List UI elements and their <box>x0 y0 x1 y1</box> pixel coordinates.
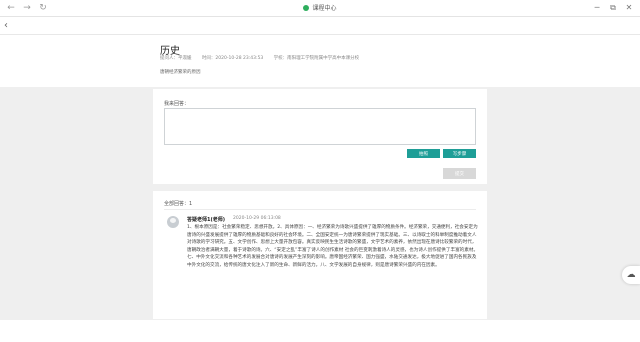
reply-input[interactable] <box>164 108 476 145</box>
divider <box>164 209 476 210</box>
answer-body: 1、根本原因是：社会繁荣稳定、思想开放。2、具体原因：一、经济繁荣为诗歌兴盛提供… <box>187 225 479 268</box>
minimize-icon[interactable]: ─ <box>590 2 604 14</box>
question-meta: 提问人：平淑媛 时间：2020-10-28 23:43:53 学校：南阳理工学院… <box>160 55 368 61</box>
restore-icon[interactable]: ⧉ <box>606 2 620 14</box>
reply-card: 我来回答： 拍照 写步骤 提交 <box>153 89 487 184</box>
question-description: 唐朝经济繁荣的原因 <box>160 70 201 75</box>
reply-label: 我来回答： <box>164 101 190 107</box>
write-steps-button[interactable]: 写步骤 <box>443 149 476 158</box>
submit-button[interactable]: 提交 <box>443 168 476 179</box>
meta-asker: 提问人：平淑媛 <box>160 56 192 61</box>
cloud-upload-icon[interactable]: ☁ <box>622 266 640 284</box>
answers-count: 全部回答：1 <box>164 201 193 207</box>
question-header: 历史 提问人：平淑媛 时间：2020-10-28 23:43:53 学校：南阳理… <box>0 35 640 87</box>
app-logo-icon <box>303 5 310 11</box>
window-title: 课程中心 <box>0 3 640 14</box>
page-back-icon[interactable]: ‹ <box>4 19 8 33</box>
meta-time: 时间：2020-10-28 23:43:53 <box>201 56 264 61</box>
meta-school: 学校：南阳理工学院附属中学高中本课分校 <box>273 56 360 61</box>
page-footer <box>0 320 640 342</box>
answer-author: 答疑老师1(老师) <box>187 217 226 223</box>
photo-button[interactable]: 拍照 <box>407 149 440 158</box>
window-titlebar: ← → ↻ 课程中心 ─ ⧉ ✕ <box>0 0 640 17</box>
close-icon[interactable]: ✕ <box>622 2 636 14</box>
avatar <box>167 216 179 228</box>
window-title-text: 课程中心 <box>312 5 337 12</box>
sub-toolbar: ‹ <box>0 17 640 35</box>
answer-time: 2020-10-29 06:13:08 <box>233 216 281 221</box>
answers-card: 全部回答：1 答疑老师1(老师) 2020-10-29 06:13:08 1、根… <box>153 191 487 319</box>
